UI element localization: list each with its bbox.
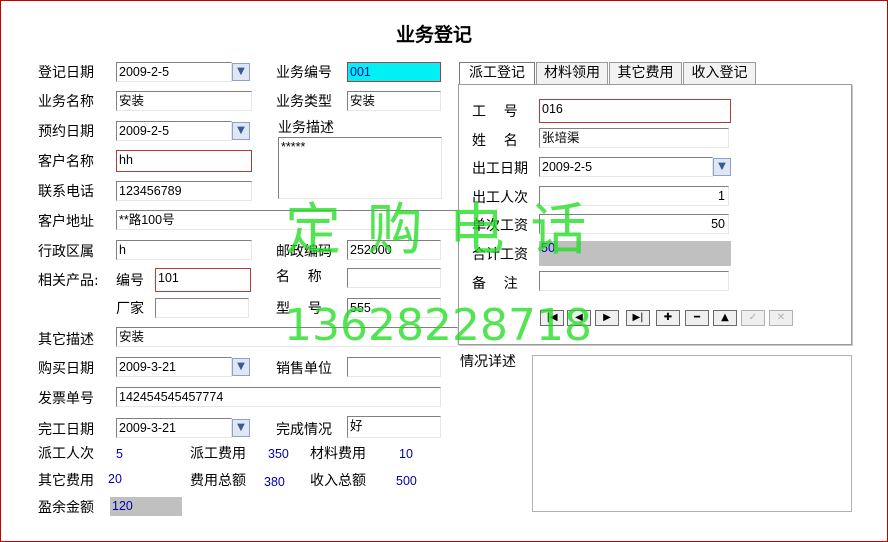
tab-materials[interactable]: 材料领用: [536, 62, 608, 84]
watermark-phone-label: 定 购 电 话: [285, 198, 591, 263]
address-label: 客户地址: [38, 214, 94, 230]
dispatch-fee-label: 派工费用: [190, 446, 246, 462]
done-date-field[interactable]: 2009-3-21: [116, 418, 232, 438]
invoice-field[interactable]: 142454545457774: [116, 387, 441, 407]
district-label: 行政区属: [38, 244, 94, 260]
prod-no-field[interactable]: 101: [155, 268, 251, 292]
seller-label: 销售单位: [276, 361, 332, 377]
buy-date-dropdown-icon[interactable]: ▼: [232, 358, 250, 376]
nav-next-icon[interactable]: ▶: [595, 310, 619, 326]
biz-no-field[interactable]: 001: [347, 62, 441, 82]
nav-delete-icon[interactable]: ━: [685, 310, 709, 326]
income-label: 收入总额: [310, 473, 366, 489]
status-label: 完成情况: [276, 422, 332, 438]
work-date-dropdown-icon[interactable]: ▼: [713, 158, 731, 176]
emp-no-label: 工 号: [472, 104, 518, 120]
detail-label: 情况详述: [460, 354, 516, 370]
maker-field[interactable]: [155, 298, 249, 318]
other-fee-value: 20: [108, 472, 122, 486]
name-label: 姓 名: [472, 133, 518, 149]
district-field[interactable]: h: [116, 240, 252, 260]
total-fee-value: 380: [264, 475, 285, 489]
note-label: 备 注: [472, 276, 518, 292]
other-fee-label: 其它费用: [38, 473, 94, 489]
surplus-field: 120: [110, 497, 182, 516]
nav-last-icon[interactable]: ▶|: [626, 310, 650, 326]
total-fee-label: 费用总额: [190, 473, 246, 489]
phone-field[interactable]: 123456789: [116, 181, 252, 201]
work-date-field[interactable]: 2009-2-5: [539, 157, 713, 177]
maker-label: 厂家: [116, 301, 144, 317]
appt-date-dropdown-icon[interactable]: ▼: [232, 122, 250, 140]
biz-desc-label: 业务描述: [278, 120, 334, 136]
dispatch-fee-value: 350: [268, 447, 289, 461]
reg-date-field[interactable]: 2009-2-5: [116, 62, 232, 82]
income-value: 500: [396, 474, 417, 488]
note-field[interactable]: [539, 271, 729, 291]
page-title: 业务登记: [396, 24, 473, 46]
biz-no-label: 业务编号: [276, 65, 332, 81]
customer-field[interactable]: hh: [116, 150, 252, 172]
workers-label: 派工人次: [38, 446, 94, 462]
material-fee-label: 材料费用: [310, 446, 366, 462]
customer-label: 客户名称: [38, 154, 94, 170]
work-date-label: 出工日期: [472, 161, 528, 177]
biz-type-field[interactable]: 安装: [347, 91, 441, 111]
workers-value: 5: [116, 447, 123, 461]
done-date-label: 完工日期: [38, 422, 94, 438]
name-field[interactable]: 张培渠: [539, 128, 729, 148]
status-field[interactable]: 好: [347, 416, 441, 438]
seller-field[interactable]: [347, 357, 441, 377]
watermark-phone-number: 13628228718: [284, 300, 592, 351]
appt-date-label: 预约日期: [38, 124, 94, 140]
other-desc-label: 其它描述: [38, 332, 94, 348]
appt-date-field[interactable]: 2009-2-5: [116, 121, 232, 141]
nav-add-icon[interactable]: ✚: [656, 310, 680, 326]
biz-type-label: 业务类型: [276, 94, 332, 110]
buy-date-label: 购买日期: [38, 361, 94, 377]
tab-income[interactable]: 收入登记: [683, 62, 756, 84]
tab-other-fees[interactable]: 其它费用: [609, 62, 682, 84]
phone-label: 联系电话: [38, 184, 94, 200]
biz-name-field[interactable]: 安装: [116, 91, 252, 111]
prod-name-field[interactable]: [347, 268, 441, 288]
reg-date-label: 登记日期: [38, 65, 94, 81]
nav-cancel-icon[interactable]: ✕: [769, 310, 793, 326]
detail-textarea[interactable]: [532, 355, 852, 512]
prod-name-label: 名 称: [276, 269, 322, 285]
invoice-label: 发票单号: [38, 391, 94, 407]
surplus-label: 盈余金额: [38, 500, 94, 516]
reg-date-dropdown-icon[interactable]: ▼: [232, 63, 250, 81]
nav-save-icon[interactable]: ✓: [741, 310, 765, 326]
done-date-dropdown-icon[interactable]: ▼: [232, 419, 250, 437]
prod-no-label: 编号: [116, 273, 144, 289]
buy-date-field[interactable]: 2009-3-21: [116, 357, 232, 377]
emp-no-field[interactable]: 016: [539, 99, 731, 123]
biz-name-label: 业务名称: [38, 94, 94, 110]
material-fee-value: 10: [399, 447, 413, 461]
product-label: 相关产品:: [38, 273, 99, 289]
tab-dispatch[interactable]: 派工登记: [459, 62, 535, 86]
nav-up-icon[interactable]: ▲: [713, 310, 737, 326]
